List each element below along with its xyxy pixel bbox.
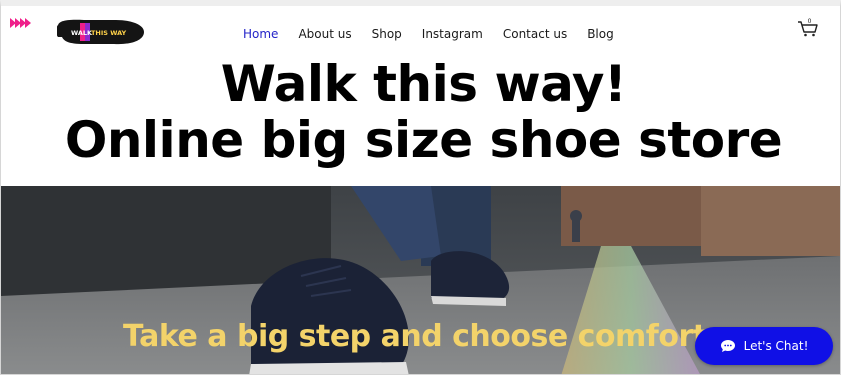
headline-line-2: Online big size shoe store (64, 111, 783, 169)
nav-about-us[interactable]: About us (288, 26, 361, 42)
page-frame: WALK THIS WAY Home About us Shop Instagr… (0, 0, 841, 375)
nav-instagram[interactable]: Instagram (412, 26, 493, 42)
nav-home[interactable]: Home (233, 26, 288, 42)
hero-tagline: Take a big step and choose comfort (123, 319, 707, 354)
cart-icon[interactable]: 0 (797, 16, 819, 38)
cart-count: 0 (808, 18, 812, 25)
page-title: Walk this way! Online big size shoe stor… (1, 55, 840, 169)
brand-logo[interactable]: WALK THIS WAY (54, 17, 146, 47)
nav-blog[interactable]: Blog (577, 26, 624, 42)
chat-button[interactable]: Let's Chat! (695, 327, 833, 365)
chat-button-label: Let's Chat! (743, 339, 809, 353)
nav-shop[interactable]: Shop (362, 26, 412, 42)
nav-contact-us[interactable]: Contact us (493, 26, 577, 42)
chat-bubble-icon (720, 340, 735, 352)
main-nav: Home About us Shop Instagram Contact us … (233, 26, 624, 42)
headline-line-1: Walk this way! (220, 55, 627, 113)
menu-arrows-icon[interactable] (10, 18, 31, 28)
logo-text-right: THIS WAY (91, 29, 127, 37)
logo-text-left: WALK (71, 29, 93, 37)
